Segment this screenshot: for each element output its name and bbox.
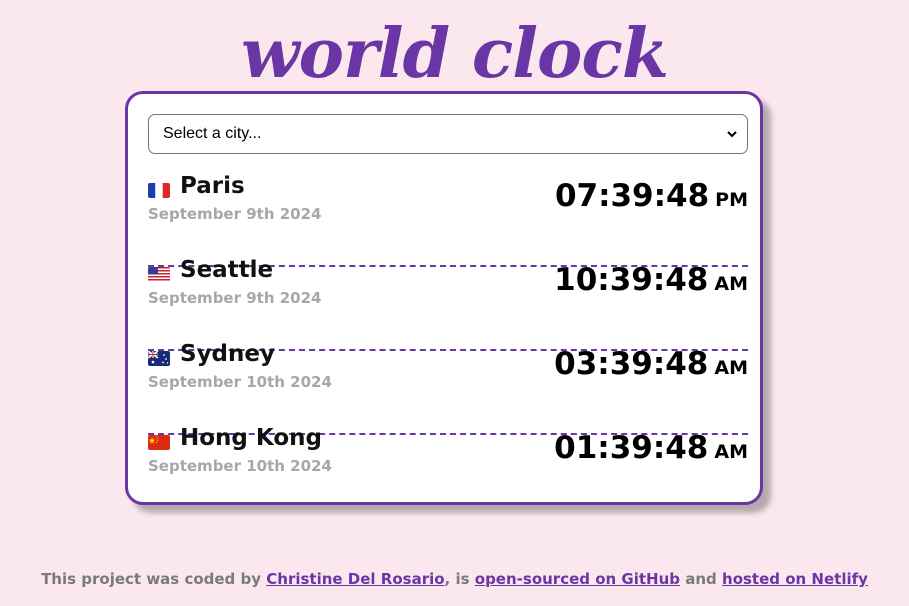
flag-france-icon [148,183,170,198]
city-date: September 9th 2024 [148,205,322,223]
city-select-dropdown[interactable]: Select a city... [148,114,748,154]
time-value: 10:39:48 [554,262,709,298]
footer: This project was coded by Christine Del … [0,570,909,588]
city-row-seattle: Seattle September 9th 2024 10:39:48 AM [148,257,748,351]
city-date: September 10th 2024 [148,373,332,391]
footer-middle: , is [444,570,475,588]
time-value: 01:39:48 [554,430,709,466]
city-date: September 10th 2024 [148,457,332,475]
page: world clock Select a city... Paris Septe… [0,0,909,606]
city-name: Seattle [180,257,274,283]
city-row-paris: Paris September 9th 2024 07:39:48 PM [148,173,748,267]
time-value: 07:39:48 [554,178,710,214]
city-name: Sydney [180,341,275,367]
city-time: 03:39:48 AM [554,346,748,382]
flag-china-icon [148,435,170,450]
clock-card: Select a city... Paris September 9th 202… [125,91,763,505]
city-name: Paris [180,173,245,199]
time-ampm: PM [715,189,748,211]
netlify-link[interactable]: hosted on Netlify [722,570,868,588]
city-row-hong-kong: Hong Kong September 10th 2024 01:39:48 AM [148,425,748,519]
chevron-down-icon [727,131,737,138]
time-ampm: AM [714,357,748,379]
city-time: 01:39:48 AM [554,430,748,466]
time-ampm: AM [714,273,748,295]
author-link[interactable]: Christine Del Rosario [266,570,444,588]
time-ampm: AM [714,441,748,463]
city-date: September 9th 2024 [148,289,322,307]
github-link[interactable]: open-sourced on GitHub [475,570,680,588]
app-title: world clock [241,14,669,94]
city-row-sydney: Sydney September 10th 2024 03:39:48 AM [148,341,748,435]
city-select-value: Select a city... [163,125,262,142]
footer-prefix: This project was coded by [41,570,267,588]
flag-australia-icon [148,351,170,366]
footer-and: and [680,570,723,588]
time-value: 03:39:48 [554,346,709,382]
city-time: 07:39:48 PM [555,178,748,214]
city-name: Hong Kong [180,425,322,451]
city-time: 10:39:48 AM [554,262,748,298]
flag-usa-icon [148,267,170,282]
